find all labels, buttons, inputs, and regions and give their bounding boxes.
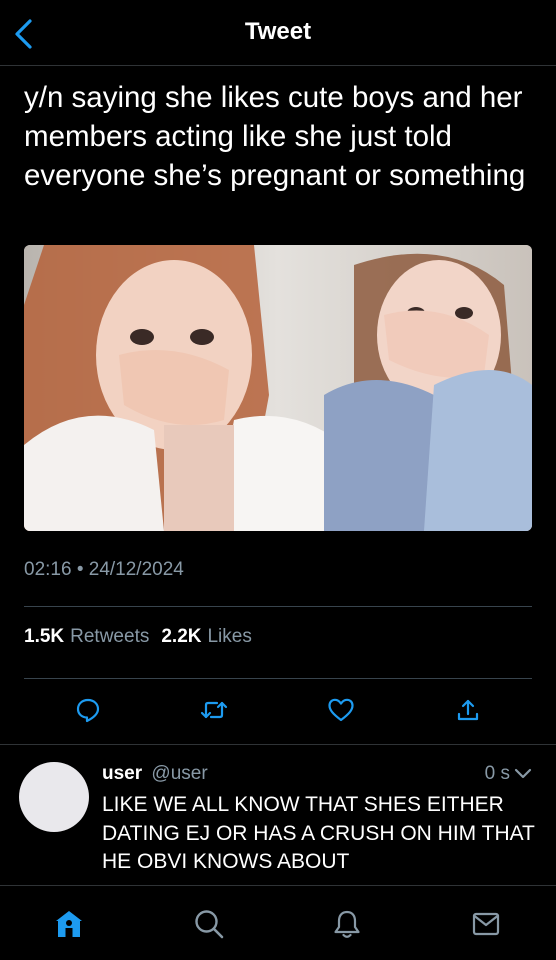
likes-count: 2.2K <box>161 626 202 647</box>
tweet-timestamp: 02:16 • 24/12/2024 <box>24 559 184 581</box>
reply-name[interactable]: user <box>102 763 142 784</box>
tweet-time: 02:16 <box>24 559 72 580</box>
retweets-count: 1.5K <box>24 626 65 647</box>
divider <box>24 678 532 679</box>
retweets-label: Retweets <box>70 626 150 647</box>
reply-author: user @user <box>102 763 208 785</box>
share-button[interactable] <box>448 690 488 730</box>
notifications-icon <box>334 910 360 938</box>
retweet-button[interactable] <box>194 690 234 730</box>
tab-bar <box>0 886 556 960</box>
share-icon <box>457 699 479 721</box>
reply-handle: @user <box>151 763 208 784</box>
reply-text: LIKE WE ALL KNOW THAT SHES EITHER DATING… <box>102 793 535 873</box>
like-button[interactable] <box>321 690 361 730</box>
tab-messages[interactable] <box>466 904 506 944</box>
like-icon <box>328 698 354 722</box>
retweet-icon <box>200 701 228 719</box>
tab-notifications[interactable] <box>327 904 367 944</box>
tweet-date: 24/12/2024 <box>88 559 184 580</box>
page-title: Tweet <box>244 18 312 45</box>
reply-meta: 0 s <box>485 763 532 785</box>
tweet-stats: 1.5K Retweets 2.2K Likes <box>24 626 252 648</box>
reply-icon <box>76 698 100 723</box>
top-bar: Tweet <box>0 0 556 66</box>
reply-button[interactable] <box>68 690 108 730</box>
avatar[interactable] <box>19 762 89 832</box>
tweet-actions <box>0 690 556 730</box>
likes-label: Likes <box>207 626 252 647</box>
search-icon <box>195 910 224 939</box>
tweet-text: y/n saying she likes cute boys and her m… <box>24 81 526 192</box>
tab-search[interactable] <box>189 904 229 944</box>
tweet-photo <box>24 245 532 531</box>
likes-stat[interactable]: 2.2K Likes <box>161 626 252 648</box>
tweet-image[interactable] <box>24 245 532 531</box>
timestamp-separator: • <box>76 559 84 580</box>
divider <box>24 606 532 607</box>
chevron-down-icon[interactable] <box>514 768 532 780</box>
retweets-stat[interactable]: 1.5K Retweets <box>24 626 149 648</box>
home-icon <box>56 911 82 937</box>
messages-icon <box>472 912 500 936</box>
reply-tweet[interactable]: user @user 0 s LIKE WE ALL KNOW THAT SHE… <box>0 745 556 885</box>
tab-home[interactable] <box>49 904 89 944</box>
reply-time: 0 s <box>484 763 510 784</box>
